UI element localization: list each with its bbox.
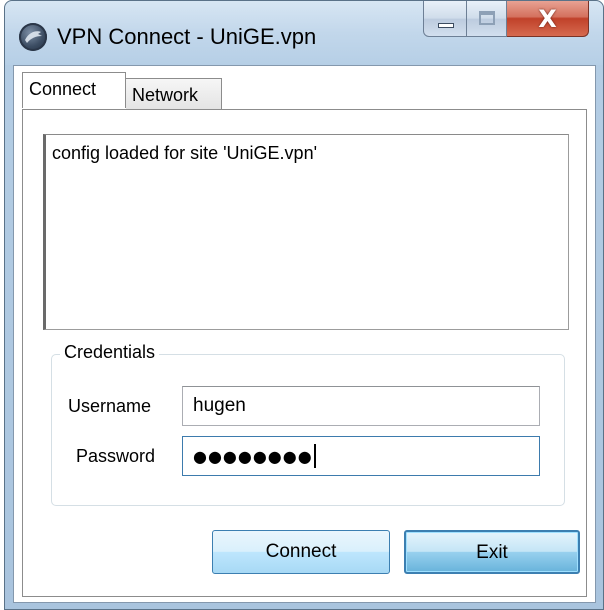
close-icon: X [538,5,557,33]
close-button[interactable]: X [507,1,589,37]
password-mask: ●●●●●●●● [193,446,313,466]
password-label: Password [76,446,156,466]
tab-connect[interactable]: Connect [22,72,126,108]
window-title: VPN Connect - UniGE.vpn [57,24,317,49]
vpn-connect-window: VPN Connect - UniGE.vpn X Connect Networ… [4,0,604,610]
vpn-globe-icon [19,23,47,51]
status-log-text: config loaded for site 'UniGE.vpn' [52,143,318,163]
exit-button[interactable]: Exit [404,530,580,574]
minimize-button[interactable] [423,1,467,37]
password-field[interactable]: ●●●●●●●● [182,436,540,476]
status-log[interactable]: config loaded for site 'UniGE.vpn' [43,134,569,330]
credentials-legend: Credentials [60,342,160,363]
text-caret [313,444,316,468]
connect-tab-panel: config loaded for site 'UniGE.vpn' Crede… [22,109,587,597]
maximize-button[interactable] [467,1,507,37]
tab-network[interactable]: Network [126,78,222,110]
title-bar[interactable]: VPN Connect - UniGE.vpn X [5,1,603,65]
username-field[interactable]: hugen [182,386,540,426]
credentials-group: Credentials Username hugen Password ●●●●… [51,342,565,506]
maximize-icon [479,11,495,25]
username-label: Username [68,396,152,416]
client-area: Connect Network config loaded for site '… [13,65,596,603]
minimize-icon [438,23,454,28]
username-value: hugen [193,395,246,416]
caption-buttons: X [423,1,589,39]
connect-button[interactable]: Connect [212,530,390,574]
